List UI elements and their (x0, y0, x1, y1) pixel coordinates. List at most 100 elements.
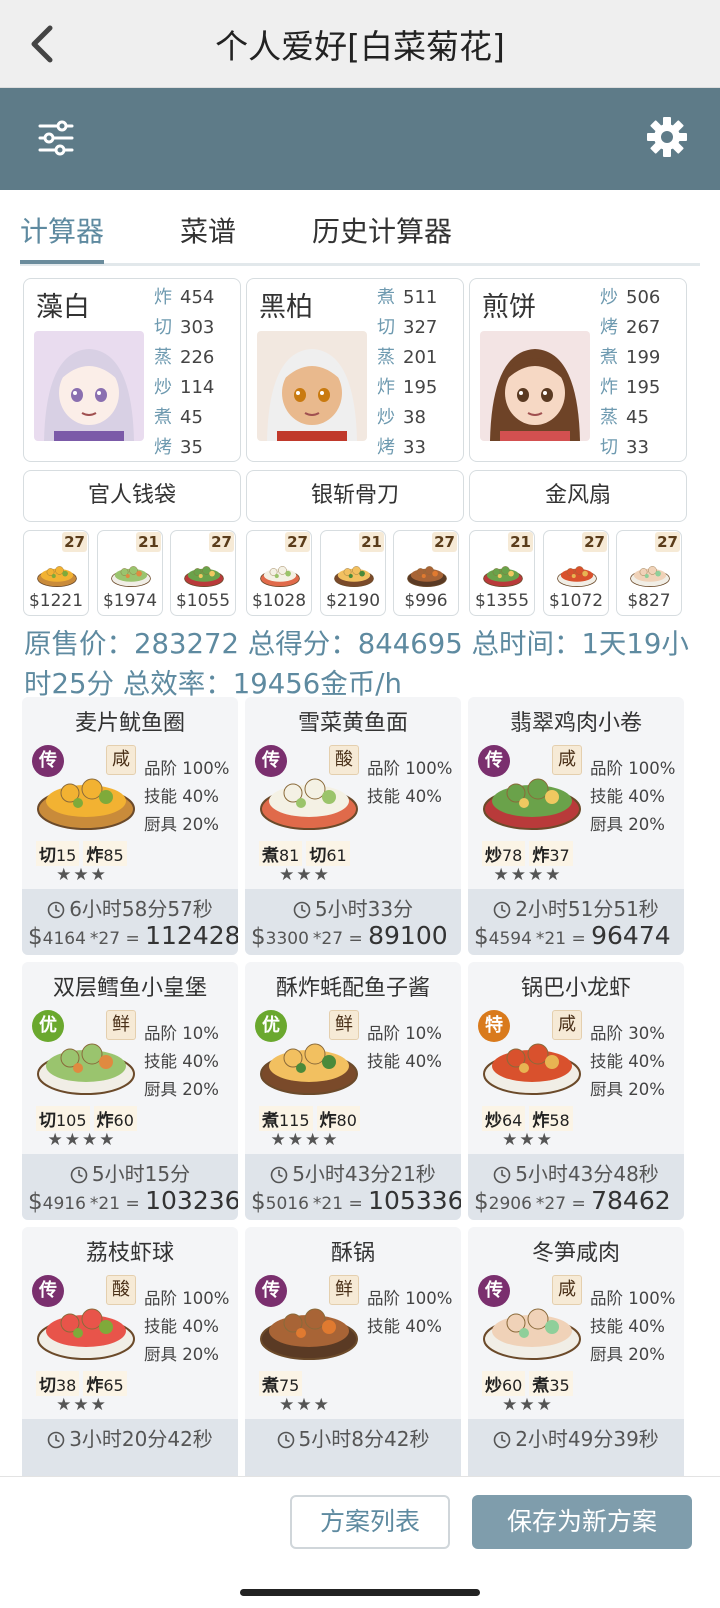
dish-name: 酥锅 (330, 1241, 375, 1266)
dish-icon (111, 566, 151, 587)
dish-card[interactable]: 酥炸蚝配鱼子酱 优鲜品阶 10% 技能 40% 煮115 炸80 ★★★★ 5小时43分2… (245, 962, 461, 1220)
dish-name: 麦片鱿鱼圈 (74, 711, 185, 736)
cook-time-value: 5小时43分21秒 (292, 1162, 436, 1186)
selected-dish-thumb[interactable]: 27 $1072 (543, 530, 609, 616)
requirement-item: 切105 (36, 1106, 90, 1131)
requirement-item: 炸60 (93, 1106, 137, 1131)
star-rating: ★★★★ (47, 1130, 117, 1150)
chef-card[interactable]: 黑柏 煮 511 切 327 蒸 201 炸 195 炒 38 烤 33 (246, 278, 464, 462)
requirement-skill: 炸 (532, 846, 550, 866)
cook-time: 5小时43分48秒 (468, 1158, 684, 1189)
dish-thumb-image (552, 555, 602, 589)
cook-time: 5小时33分 (245, 893, 461, 924)
home-indicator[interactable] (240, 1589, 480, 1596)
chef-skill-row: 煮 45 (154, 403, 214, 433)
dish-card[interactable]: 锅巴小龙虾 特咸品阶 30% 技能 40% 厨具 20% 炒64 炸58 ★★★ 5小时43… (468, 962, 684, 1220)
taste-badge: 咸 (552, 1275, 582, 1305)
requirement-value: 80 (336, 1111, 357, 1130)
selected-dish-thumb[interactable]: 21 $2190 (320, 530, 386, 616)
plan-list-button[interactable]: 方案列表 (290, 1495, 450, 1549)
requirement-value: 61 (326, 846, 347, 865)
tab-history-calculator[interactable]: 历史计算器 (312, 210, 452, 250)
cook-time: 6小时58分57秒 (22, 893, 238, 924)
skill-value: 201 (403, 347, 438, 368)
star-rating: ★★★ (502, 1395, 554, 1415)
dish-price: $827 (627, 591, 671, 611)
tab-recipes[interactable]: 菜谱 (180, 210, 236, 250)
dish-stats-footer: 5小时15分 $4916 *21 = 103236 (22, 1154, 238, 1220)
skill-requirement: 切15 炸85 (36, 841, 131, 866)
skill-type: 烤 (600, 317, 618, 338)
chef-skill-row: 蒸 201 (377, 343, 437, 373)
dish-card[interactable]: 冬笋咸肉 传咸品阶 100% 技能 40% 厨具 20% 炒60 煮35 ★★★ 2小时49… (468, 1227, 684, 1485)
requirement-item: 炸65 (83, 1371, 127, 1396)
skill-value: 195 (626, 377, 661, 398)
requirement-value: 105 (56, 1111, 87, 1130)
dish-card[interactable]: 荔枝虾球 传酸品阶 100% 技能 40% 厨具 20% 切38 炸65 ★★★ 3小时20… (22, 1227, 238, 1485)
price-calculation: $4164 *27 = 112428 (28, 921, 238, 950)
dish-card[interactable]: 酥锅 传 鲜品阶 100% 技能 40% 煮75 ★★★ 5小时8分42秒 (245, 1227, 461, 1485)
chef-card[interactable]: 煎饼 炒 506 烤 267 煮 199 炸 195 蒸 45 切 33 (469, 278, 687, 462)
taste-badge: 咸 (552, 745, 582, 775)
bonus-list: 品阶 100% 技能 40% 厨具 20% (590, 755, 675, 839)
selected-dish-thumb[interactable]: 21 $1355 (469, 530, 535, 616)
equipment-slot-2[interactable]: 银斩骨刀 (246, 470, 464, 522)
requirement-skill: 切 (39, 1376, 56, 1396)
dish-quantity-badge: 27 (432, 532, 457, 552)
save-new-plan-button[interactable]: 保存为新方案 (472, 1495, 692, 1549)
clock-icon (47, 1430, 65, 1454)
total-value: 105336 (368, 1186, 461, 1215)
requirement-item: 切61 (306, 841, 350, 866)
dish-thumb-image (329, 555, 379, 589)
bonus-line: 技能 40% (144, 1317, 219, 1336)
skill-value: 199 (626, 347, 661, 368)
dish-card[interactable]: 雪菜黄鱼面 传酸品阶 100% 技能 40% 煮81 切61 ★★★ 5小时33分 $330… (245, 697, 461, 955)
filter-sliders-icon[interactable] (38, 118, 74, 158)
dish-card[interactable]: 双层鳕鱼小皇堡 优鲜品阶 10% 技能 40% 厨具 20% 切105 炸60 ★★★★ 5… (22, 962, 238, 1220)
total-value: 112428 (145, 921, 238, 950)
taste-badge: 鲜 (329, 1010, 359, 1040)
bonus-list: 品阶 10% 技能 40% (367, 1020, 442, 1076)
dish-stats-footer: 6小时58分57秒 $4164 *27 = 112428 (22, 889, 238, 955)
skill-type: 蒸 (377, 347, 395, 368)
selected-dish-thumb[interactable]: 27 $1221 (23, 530, 89, 616)
requirement-item: 炸37 (529, 841, 573, 866)
chef-card[interactable]: 藻白 炸 454 切 303 蒸 226 炒 114 煮 45 烤 35 (23, 278, 241, 462)
selected-dish-thumb[interactable]: 21 $1974 (97, 530, 163, 616)
requirement-skill: 炒 (485, 1111, 502, 1131)
equipment-slot-3[interactable]: 金风扇 (469, 470, 687, 522)
chef-avatar (257, 331, 367, 441)
skill-requirement: 切105 炸60 (36, 1106, 141, 1131)
requirement-skill: 切 (39, 1111, 56, 1131)
selected-dish-thumb[interactable]: 27 $1055 (170, 530, 236, 616)
requirement-item: 煮115 (259, 1106, 313, 1131)
bonus-line: 技能 40% (367, 1052, 442, 1071)
selected-dish-thumb[interactable]: 27 $996 (393, 530, 459, 616)
rank-badge: 传 (478, 1275, 510, 1307)
dish-price: $1055 (175, 591, 231, 611)
requirement-skill: 煮 (262, 846, 279, 866)
tab-calculator[interactable]: 计算器 (20, 210, 104, 250)
dish-card[interactable]: 翡翠鸡肉小卷 传咸品阶 100% 技能 40% 厨具 20% 炒78 炸37 ★★★★ 2小… (468, 697, 684, 955)
bonus-list: 品阶 100% 技能 40% (367, 755, 452, 811)
bonus-list: 品阶 30% 技能 40% 厨具 20% (590, 1020, 665, 1104)
dish-stats-footer: 2小时51分51秒 $4594 *21 = 96474 (468, 889, 684, 955)
dollar-icon: $ (28, 924, 43, 950)
skill-value: 114 (180, 377, 215, 398)
bonus-line: 品阶 100% (590, 1289, 676, 1308)
requirement-item: 煮75 (259, 1371, 303, 1396)
dish-thumb-image (32, 555, 82, 589)
selected-dish-thumb[interactable]: 27 $827 (616, 530, 682, 616)
dish-card[interactable]: 麦片鱿鱼圈 传咸品阶 100% 技能 40% 厨具 20% 切15 炸85 ★★★ 6小时5… (22, 697, 238, 955)
equipment-slot-1[interactable]: 官人钱袋 (23, 470, 241, 522)
skill-requirement: 切38 炸65 (36, 1371, 131, 1396)
bonus-list: 品阶 100% 技能 40% 厨具 20% (590, 1285, 675, 1369)
unit-price: 5016 (265, 1194, 309, 1214)
chef-skill-row: 炒 38 (377, 403, 437, 433)
dish-quantity-badge: 27 (582, 532, 607, 552)
skill-value: 33 (403, 437, 426, 458)
equals-sign: = (566, 929, 592, 949)
total-value: 103236 (145, 1186, 238, 1215)
selected-dish-thumb[interactable]: 27 $1028 (246, 530, 312, 616)
gear-icon[interactable] (646, 116, 688, 158)
